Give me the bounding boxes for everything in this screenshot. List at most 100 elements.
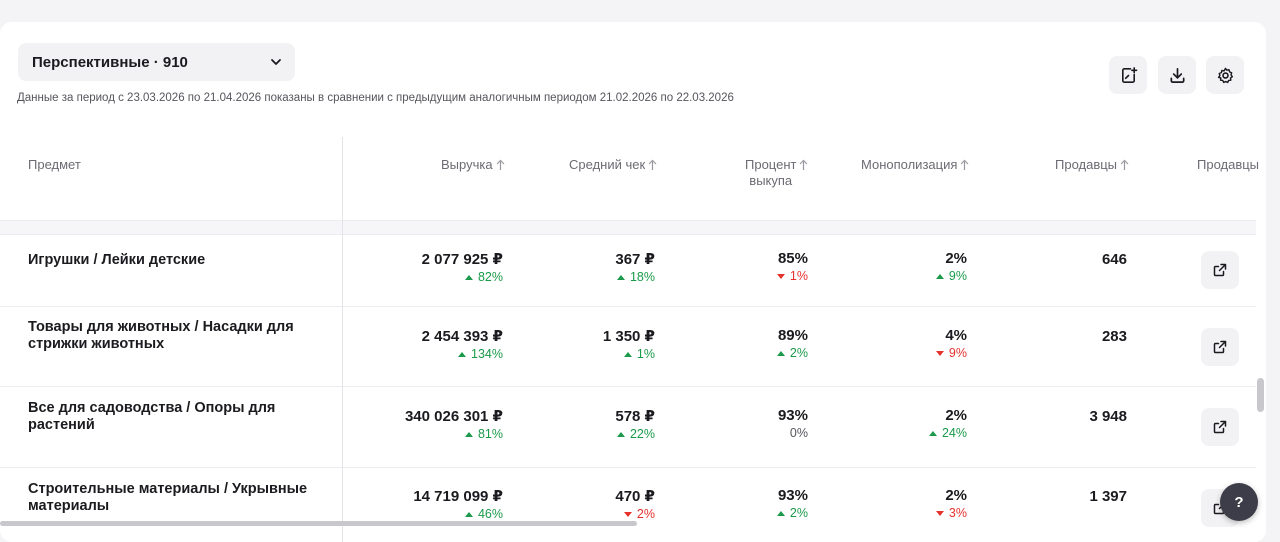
row-revenue: 2 077 925 ₽ 82% (383, 250, 503, 284)
add-note-button[interactable] (1109, 56, 1147, 94)
avg-check-delta-value: 1% (636, 347, 655, 361)
triangle-down-icon (776, 273, 785, 279)
frozen-column-divider (342, 137, 343, 542)
triangle-up-icon (928, 430, 937, 436)
avg-check-value: 367 ₽ (615, 251, 655, 268)
sort-arrow-icon (496, 159, 505, 170)
row-revenue: 2 454 393 ₽ 134% (383, 327, 503, 361)
buyout-delta: 2% (718, 506, 808, 520)
avg-check-value: 1 350 ₽ (602, 328, 655, 345)
revenue-delta-value: 82% (477, 270, 503, 284)
sort-arrow-icon (800, 159, 808, 170)
buyout-value: 93% (777, 487, 808, 504)
column-monopoly[interactable]: Монополизация (861, 157, 969, 173)
row-divider (0, 306, 1256, 307)
row-buyout: 93% 2% (718, 487, 808, 520)
triangle-down-icon (623, 511, 632, 517)
column-buyout[interactable]: Процент выкупа (745, 157, 808, 189)
avg-check-value: 470 ₽ (615, 488, 655, 505)
segment-dropdown[interactable]: Перспективные · 910 (18, 43, 295, 81)
revenue-value: 340 026 301 ₽ (404, 408, 503, 425)
row-sellers: 3 948 (1089, 408, 1127, 425)
triangle-up-icon (458, 351, 467, 357)
main-card: Перспективные · 910 Данные за период с 2… (0, 22, 1266, 542)
revenue-delta: 81% (383, 427, 503, 441)
buyout-value: 89% (777, 327, 808, 344)
row-revenue: 340 026 301 ₽ 81% (383, 407, 503, 441)
external-link-icon (1213, 420, 1227, 434)
period-caption: Данные за период с 23.03.2026 по 21.04.2… (17, 92, 734, 104)
monopoly-value: 2% (945, 407, 967, 424)
column-buyout-label-line2: выкупа (749, 173, 793, 188)
vertical-scrollbar[interactable] (1257, 378, 1264, 412)
open-link-button[interactable] (1201, 251, 1239, 289)
column-sellers-label: Продавцы (1055, 157, 1118, 172)
monopoly-delta-value: 3% (948, 506, 967, 520)
row-subject: Строительные материалы / Укрывные матери… (28, 481, 308, 514)
triangle-up-icon (464, 511, 473, 517)
triangle-up-icon (464, 274, 473, 280)
column-revenue[interactable]: Выручка (441, 157, 505, 173)
column-avg-check[interactable]: Средний чек (569, 157, 657, 173)
row-subject: Все для садоводства / Опоры для растений (28, 400, 276, 433)
buyout-delta-value: 0% (789, 426, 808, 440)
sort-arrow-icon (1120, 159, 1129, 170)
note-add-icon (1121, 66, 1137, 83)
chevron-down-icon (271, 59, 281, 65)
monopoly-delta: 9% (877, 269, 967, 283)
open-link-button[interactable] (1201, 408, 1239, 446)
row-sellers: 283 (1101, 328, 1127, 345)
settings-button[interactable] (1206, 56, 1244, 94)
avg-check-delta: 18% (555, 270, 655, 284)
sort-arrow-icon (960, 159, 969, 170)
triangle-down-icon (935, 350, 944, 356)
avg-check-delta-value: 18% (629, 270, 655, 284)
revenue-delta-value: 46% (477, 507, 503, 521)
row-monopoly: 2% 9% (877, 250, 967, 283)
buyout-value: 85% (777, 250, 808, 267)
row-avg-check: 1 350 ₽ 1% (555, 327, 655, 361)
column-avg-check-label: Средний чек (569, 157, 646, 172)
monopoly-delta: 3% (877, 506, 967, 520)
monopoly-value: 2% (945, 250, 967, 267)
avg-check-value: 578 ₽ (615, 408, 655, 425)
revenue-delta-value: 81% (477, 427, 503, 441)
triangle-up-icon (776, 350, 785, 356)
help-button[interactable]: ? (1220, 483, 1258, 521)
row-sellers: 1 397 (1089, 488, 1127, 505)
column-subject[interactable]: Предмет (28, 157, 81, 173)
download-icon (1169, 67, 1185, 83)
row-avg-check: 470 ₽ 2% (555, 487, 655, 521)
triangle-down-icon (935, 510, 944, 516)
triangle-up-icon (464, 431, 473, 437)
column-buyout-label: Процент выкупа (745, 157, 796, 189)
open-link-button[interactable] (1201, 328, 1239, 366)
row-subject: Игрушки / Лейки детские (28, 252, 206, 268)
avg-check-delta-value: 2% (636, 507, 655, 521)
monopoly-delta: 9% (877, 346, 967, 360)
horizontal-scrollbar[interactable] (0, 521, 637, 526)
buyout-value: 93% (777, 407, 808, 424)
buyout-delta: 2% (718, 346, 808, 360)
row-sellers: 646 (1101, 251, 1127, 268)
row-monopoly: 2% 3% (877, 487, 967, 520)
buyout-delta: 1% (718, 269, 808, 283)
buyout-delta-value: 2% (789, 506, 808, 520)
revenue-delta-value: 134% (471, 347, 503, 361)
row-monopoly: 2% 24% (877, 407, 967, 440)
gear-icon (1217, 67, 1233, 83)
row-buyout: 93% 0% (718, 407, 808, 440)
monopoly-delta: 24% (877, 426, 967, 440)
download-button[interactable] (1158, 56, 1196, 94)
column-sellers-2-label: Продавцы (1197, 157, 1260, 172)
column-monopoly-label: Монополизация (861, 157, 958, 172)
column-sellers-2[interactable]: Продавцы (1197, 157, 1259, 173)
external-link-icon (1213, 340, 1227, 354)
revenue-value: 14 719 099 ₽ (413, 488, 503, 505)
revenue-delta: 134% (383, 347, 503, 361)
monopoly-delta-value: 9% (948, 269, 967, 283)
column-sellers[interactable]: Продавцы (1055, 157, 1129, 173)
sort-arrow-icon (648, 159, 657, 170)
row-monopoly: 4% 9% (877, 327, 967, 360)
column-subject-label: Предмет (28, 157, 81, 172)
